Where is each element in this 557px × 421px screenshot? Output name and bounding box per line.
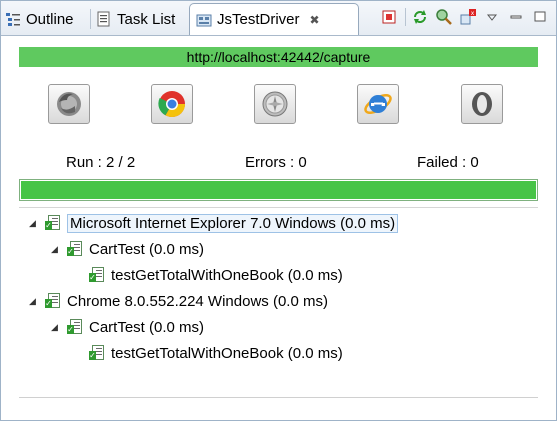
rerun-button[interactable] xyxy=(410,7,430,27)
tree-node-label: testGetTotalWithOneBook (0.0 ms) xyxy=(111,266,343,284)
reset-button[interactable]: x xyxy=(458,7,478,27)
tree-node-label: CartTest (0.0 ms) xyxy=(89,318,205,336)
tab-task-list[interactable]: Task List xyxy=(96,5,175,33)
jstestdriver-view: Outline Task List JsTestDriver ✖ x http:… xyxy=(0,0,557,421)
task-list-icon xyxy=(96,11,112,27)
internet-explorer-icon xyxy=(364,94,392,114)
tab-jstestdriver[interactable]: JsTestDriver ✖ xyxy=(189,3,359,35)
internet-explorer-button[interactable] xyxy=(357,84,399,124)
tree-node-browser[interactable]: ◢ ✓ Microsoft Internet Explorer 7.0 Wind… xyxy=(29,212,399,234)
test-passed-icon: ✓ xyxy=(67,241,83,257)
toolbar-divider xyxy=(405,8,406,26)
firefox-button[interactable] xyxy=(48,84,90,124)
tree-node-label: Chrome 8.0.552.224 Windows (0.0 ms) xyxy=(67,292,328,310)
test-passed-icon: ✓ xyxy=(89,267,105,283)
tree-node-browser[interactable]: ◢ ✓ Chrome 8.0.552.224 Windows (0.0 ms) xyxy=(29,290,328,312)
minimize-icon xyxy=(510,15,522,19)
tree-node-label: CartTest (0.0 ms) xyxy=(89,240,205,258)
progress-fill xyxy=(21,181,536,199)
tab-divider xyxy=(90,9,91,29)
expanded-arrow-icon[interactable]: ◢ xyxy=(51,322,61,332)
reset-icon: x xyxy=(460,9,476,25)
opera-icon xyxy=(472,92,492,116)
chrome-icon xyxy=(158,91,186,118)
svg-text:x: x xyxy=(471,10,475,17)
stop-icon xyxy=(382,10,396,24)
test-passed-icon: ✓ xyxy=(67,319,83,335)
results-tree[interactable]: ◢ ✓ Microsoft Internet Explorer 7.0 Wind… xyxy=(19,207,538,398)
tab-bar: Outline Task List JsTestDriver ✖ x xyxy=(1,1,556,36)
jstestdriver-icon xyxy=(196,12,212,28)
minimize-button[interactable] xyxy=(506,7,526,27)
tree-node-suite[interactable]: ◢ ✓ CartTest (0.0 ms) xyxy=(51,238,204,260)
firefox-icon xyxy=(57,92,81,116)
outline-icon xyxy=(5,11,21,27)
error-count: Errors : 0 xyxy=(245,154,307,171)
tree-node-test[interactable]: ✓ testGetTotalWithOneBook (0.0 ms) xyxy=(89,342,343,364)
tab-task-list-label: Task List xyxy=(117,10,176,28)
tree-node-suite[interactable]: ◢ ✓ CartTest (0.0 ms) xyxy=(51,316,204,338)
safari-icon xyxy=(262,91,288,117)
tree-node-label: testGetTotalWithOneBook (0.0 ms) xyxy=(111,344,343,362)
run-count: Run : 2 / 2 xyxy=(66,154,136,171)
view-menu-button[interactable] xyxy=(482,7,502,27)
capture-url-bar: http://localhost:42442/capture xyxy=(19,47,538,67)
tab-outline-label: Outline xyxy=(26,10,74,28)
tree-node-test[interactable]: ✓ testGetTotalWithOneBook (0.0 ms) xyxy=(89,264,343,286)
refresh-icon xyxy=(414,10,426,24)
view-toolbar: x xyxy=(375,7,550,27)
expanded-arrow-icon[interactable]: ◢ xyxy=(51,244,61,254)
test-progress-bar xyxy=(19,179,538,201)
chevron-down-icon xyxy=(486,14,498,21)
test-passed-icon: ✓ xyxy=(45,215,61,231)
search-icon xyxy=(436,9,452,25)
tab-jstestdriver-label: JsTestDriver xyxy=(217,11,300,28)
close-icon[interactable]: ✖ xyxy=(310,13,320,27)
maximize-button[interactable] xyxy=(530,7,550,27)
search-button[interactable] xyxy=(434,7,454,27)
tab-outline[interactable]: Outline xyxy=(5,5,74,33)
expanded-arrow-icon[interactable]: ◢ xyxy=(29,218,39,228)
tree-node-label: Microsoft Internet Explorer 7.0 Windows … xyxy=(67,213,399,233)
stop-button[interactable] xyxy=(379,7,399,27)
opera-button[interactable] xyxy=(461,84,503,124)
tree-divider xyxy=(19,397,538,398)
chrome-button[interactable] xyxy=(151,84,193,124)
failed-count: Failed : 0 xyxy=(417,154,479,171)
expanded-arrow-icon[interactable]: ◢ xyxy=(29,296,39,306)
test-passed-icon: ✓ xyxy=(89,345,105,361)
test-passed-icon: ✓ xyxy=(45,293,61,309)
safari-button[interactable] xyxy=(254,84,296,124)
maximize-icon xyxy=(534,11,546,22)
